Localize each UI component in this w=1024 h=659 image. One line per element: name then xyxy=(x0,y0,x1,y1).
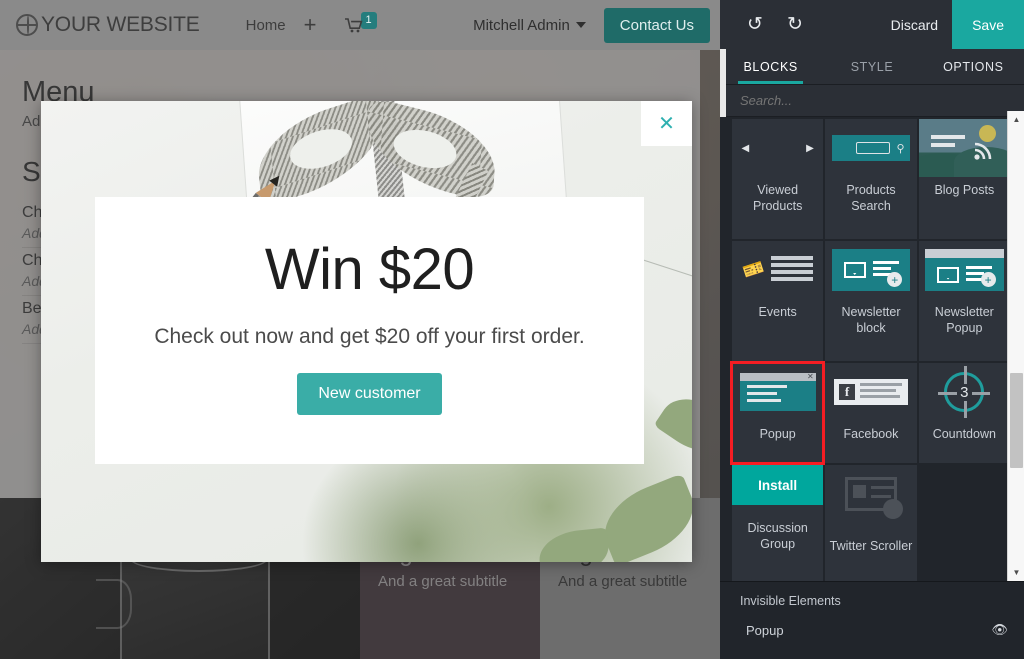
new-customer-button[interactable]: New customer xyxy=(297,373,442,415)
block-label: Events xyxy=(758,305,797,319)
countdown-badge: 3 xyxy=(957,383,972,401)
block-label: Newsletter Popup xyxy=(934,305,994,335)
block-label: Products Search xyxy=(846,183,896,213)
add-page-plus-icon[interactable]: + xyxy=(294,14,327,36)
undo-icon[interactable]: ↺ xyxy=(742,12,768,38)
block-tile-viewed-products[interactable]: ◀ ▶ Viewed Products xyxy=(732,119,824,239)
newsletter-block-icon: + xyxy=(825,241,916,299)
site-navbar: YOUR WEBSITE Home + 1 Mitchell Admin Con… xyxy=(0,0,720,50)
promo-popup-modal: ✕ Win $20 Check out now and get $20 off … xyxy=(41,101,692,562)
countdown-icon: 3 xyxy=(919,363,1010,421)
events-icon: 🎫 xyxy=(732,241,823,299)
search-input[interactable] xyxy=(740,93,996,108)
chevron-down-icon xyxy=(575,22,586,28)
facebook-icon: f xyxy=(825,363,916,421)
twitter-scroller-icon xyxy=(825,465,916,523)
tab-blocks[interactable]: BLOCKS xyxy=(720,49,821,84)
block-tile-discussion-group[interactable]: Install Discussion Group xyxy=(732,465,824,581)
invisible-elements-title: Invisible Elements xyxy=(740,594,841,608)
block-label: Twitter Scroller xyxy=(829,539,913,553)
popup-content-card: Win $20 Check out now and get $20 off yo… xyxy=(95,197,644,464)
block-tile-popup[interactable]: ✕ Popup xyxy=(729,361,826,465)
navbar-right: Mitchell Admin Contact Us xyxy=(473,7,710,43)
block-tile-newsletter-popup[interactable]: + Newsletter Popup xyxy=(918,241,1010,361)
blocks-search-row xyxy=(720,85,1024,117)
block-label: Blog Posts xyxy=(934,183,995,197)
popup-title: Win $20 xyxy=(264,237,475,302)
cart-count-badge: 1 xyxy=(360,12,377,29)
viewed-products-icon: ◀ ▶ xyxy=(741,142,814,154)
block-tile-events[interactable]: 🎫 Events xyxy=(732,241,824,361)
editor-toolbar-actions: Discard Save xyxy=(877,0,1024,49)
website-preview: Menu Add a description here. Starters Ch… xyxy=(0,0,720,659)
scroll-down-arrow-icon[interactable]: ▼ xyxy=(1008,564,1024,581)
user-menu[interactable]: Mitchell Admin xyxy=(473,17,586,34)
website-editor-panel: ↺ ↻ Discard Save BLOCKS STYLE OPTIONS Se… xyxy=(720,0,1024,659)
scrollbar-thumb[interactable] xyxy=(1010,373,1023,468)
blocks-list[interactable]: Products ◀ ▶ Viewed Products xyxy=(720,117,1024,581)
scroll-up-arrow-icon[interactable]: ▲ xyxy=(1008,111,1024,128)
screen-root: Menu Add a description here. Starters Ch… xyxy=(0,0,1024,659)
user-menu-label: Mitchell Admin xyxy=(473,16,570,34)
editor-toolbar: ↺ ↻ Discard Save xyxy=(720,0,1024,49)
brand-label: YOUR WEBSITE xyxy=(41,13,200,36)
block-label: Countdown xyxy=(932,427,996,441)
save-button[interactable]: Save xyxy=(952,0,1024,49)
products-search-icon: ⚲ xyxy=(825,119,916,177)
popup-icon: ✕ xyxy=(732,363,823,421)
popup-description: Check out now and get $20 off your first… xyxy=(154,325,585,348)
leaf-graphic xyxy=(536,527,612,562)
tab-options[interactable]: OPTIONS xyxy=(923,49,1024,84)
block-tile-facebook[interactable]: f Facebook xyxy=(825,363,917,463)
block-label: Discussion Group xyxy=(747,521,808,551)
install-button[interactable]: Install xyxy=(732,465,824,505)
globe-icon xyxy=(16,14,38,36)
blocks-scrollbar[interactable]: ▲ ▼ xyxy=(1007,111,1024,581)
contact-us-button[interactable]: Contact Us xyxy=(603,7,710,43)
cart-button[interactable]: 1 xyxy=(344,12,377,33)
block-label: Newsletter block xyxy=(841,305,901,335)
block-label: Popup xyxy=(759,427,796,441)
leaf-graphic xyxy=(653,385,692,465)
discard-button[interactable]: Discard xyxy=(877,0,952,49)
block-tile-blog-posts[interactable]: Blog Posts xyxy=(918,119,1010,239)
redo-icon[interactable]: ↻ xyxy=(782,12,808,38)
editor-tabs: BLOCKS STYLE OPTIONS xyxy=(720,49,1024,85)
eye-icon[interactable]: 👁 xyxy=(991,622,1008,638)
nav-item-home[interactable]: Home xyxy=(238,13,294,38)
block-label: Facebook xyxy=(843,427,899,441)
block-tile-products-search[interactable]: ⚲ Products Search xyxy=(825,119,917,239)
blocks-grid: Products ◀ ▶ Viewed Products xyxy=(729,117,1010,581)
newsletter-popup-icon: + xyxy=(919,241,1010,299)
block-tile-empty xyxy=(919,465,1010,581)
invisible-elements-section: Invisible Elements Popup 👁 xyxy=(720,581,1024,659)
site-nav-links: Home + 1 xyxy=(238,12,377,38)
tab-style[interactable]: STYLE xyxy=(821,49,922,84)
shopping-cart-icon xyxy=(344,18,363,33)
invisible-element-label: Popup xyxy=(746,622,784,638)
block-label: Viewed Products xyxy=(752,183,803,213)
close-icon[interactable]: ✕ xyxy=(641,101,692,146)
block-tile-countdown[interactable]: 3 Countdown xyxy=(918,363,1010,463)
site-brand[interactable]: YOUR WEBSITE xyxy=(16,13,200,37)
blog-posts-icon xyxy=(918,119,1010,177)
block-tile-twitter-scroller[interactable]: Twitter Scroller xyxy=(825,465,917,581)
invisible-element-row-popup[interactable]: Popup 👁 xyxy=(740,622,1008,638)
block-tile-newsletter-block[interactable]: + Newsletter block xyxy=(825,241,917,361)
